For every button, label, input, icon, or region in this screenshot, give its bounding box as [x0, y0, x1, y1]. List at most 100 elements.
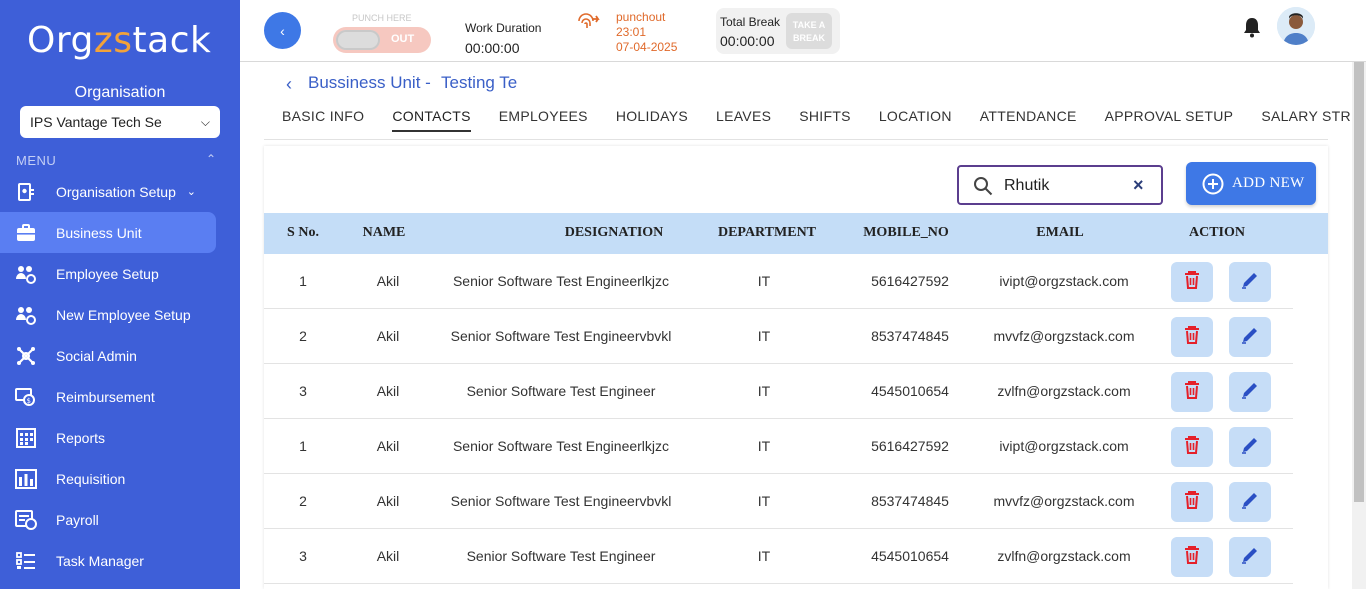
cell-mobile: 4545010654 [871, 548, 949, 564]
sidebar-item-organisation-setup[interactable]: Organisation Setup ⌄ [0, 171, 216, 212]
column-header-action: ACTION [1188, 225, 1246, 240]
column-header-sno: S No. [287, 225, 319, 240]
cell-designation: Senior Software Test Engineerlkjzc [452, 273, 670, 289]
pencil-icon [1240, 490, 1260, 515]
briefcase-icon [15, 222, 37, 244]
table-row: 1 Akil Senior Software Test Engineerlkjzc I… [264, 254, 1293, 309]
break-panel: Total Break 00:00:00 TAKE A BREAK [716, 8, 840, 54]
app-logo[interactable]: Orgzstack [27, 20, 211, 61]
punch-toggle[interactable]: OUT [333, 27, 431, 53]
edit-button[interactable] [1229, 427, 1271, 467]
close-icon[interactable]: × [1133, 175, 1144, 196]
tab-contacts[interactable]: CONTACTS [392, 108, 471, 132]
work-duration-label: Work Duration [465, 21, 542, 35]
take-break-button[interactable]: TAKE A BREAK [786, 13, 832, 49]
edit-button[interactable] [1229, 317, 1271, 357]
chevron-up-icon[interactable]: ⌃ [206, 152, 216, 166]
sidebar-item-reports[interactable]: Reports [0, 417, 216, 458]
delete-button[interactable] [1171, 372, 1213, 412]
sidebar-item-label: Reports [56, 429, 106, 446]
cell-name: Akil [376, 328, 400, 344]
trash-icon [1184, 545, 1200, 570]
punchout-date: 07-04-2025 [616, 40, 678, 54]
tab-salary-structure[interactable]: SALARY STRUCTUR [1261, 108, 1366, 132]
tab-bar: BASIC INFO CONTACTS EMPLOYEES HOLIDAYS L… [282, 108, 1366, 132]
cell-sno: 1 [299, 438, 307, 454]
sidebar-item-label: Business Unit [56, 224, 142, 241]
delete-button[interactable] [1171, 537, 1213, 577]
cell-sno: 3 [299, 548, 307, 564]
sidebar-item-requisition[interactable]: Requisition [0, 458, 216, 499]
cell-email: zvlfn@orgzstack.com [997, 548, 1131, 564]
org-setup-icon [15, 181, 37, 203]
sidebar-item-label: Payroll [56, 511, 99, 528]
tab-leaves[interactable]: LEAVES [716, 108, 771, 132]
delete-button[interactable] [1171, 427, 1213, 467]
take-break-line1: TAKE A [792, 20, 826, 30]
pencil-icon [1240, 380, 1260, 405]
tab-holidays[interactable]: HOLIDAYS [616, 108, 688, 132]
sidebar-item-label: Social Admin [56, 347, 137, 364]
total-break-value: 00:00:00 [720, 33, 775, 49]
tab-approval-setup[interactable]: APPROVAL SETUP [1105, 108, 1234, 132]
scrollbar-thumb[interactable] [1354, 62, 1364, 502]
edit-button[interactable] [1229, 372, 1271, 412]
tab-location[interactable]: LOCATION [879, 108, 952, 132]
cell-sno: 3 [299, 383, 307, 399]
reports-icon [15, 427, 37, 449]
cell-sno: 2 [299, 328, 307, 344]
page-scrollbar[interactable] [1352, 62, 1366, 589]
search-field[interactable]: × [957, 165, 1163, 205]
cell-designation: Senior Software Test Engineer [466, 383, 656, 399]
cell-name: Akil [376, 383, 400, 399]
employee-setup-icon [15, 263, 37, 285]
table-row: 1 Akil Senior Software Test Engineerlkjzc I… [264, 419, 1293, 474]
requisition-icon [15, 468, 37, 490]
edit-button[interactable] [1229, 262, 1271, 302]
delete-button[interactable] [1171, 262, 1213, 302]
cell-designation: Senior Software Test Engineervbvkl [450, 493, 672, 509]
breadcrumb-current: Testing Te [441, 73, 518, 92]
tabs-divider [264, 139, 1328, 140]
delete-button[interactable] [1171, 482, 1213, 522]
trash-icon [1184, 270, 1200, 295]
sidebar-item-task-manager[interactable]: Task Manager [0, 540, 216, 581]
trash-icon [1184, 380, 1200, 405]
total-break-label: Total Break [720, 15, 781, 29]
sidebar-item-payroll[interactable]: Payroll [0, 499, 216, 540]
sidebar-item-label: Organisation Setup [56, 183, 176, 200]
tab-basic-info[interactable]: BASIC INFO [282, 108, 364, 132]
tab-employees[interactable]: EMPLOYEES [499, 108, 588, 132]
punch-toggle-knob [336, 30, 380, 50]
svg-text:$: $ [27, 397, 31, 405]
trash-icon [1184, 435, 1200, 460]
sidebar-item-business-unit[interactable]: Business Unit [0, 212, 216, 253]
cell-email: ivipt@orgzstack.com [999, 273, 1129, 289]
organisation-select[interactable]: IPS Vantage Tech Se ⌵ [20, 106, 220, 138]
add-new-button[interactable]: ADD NEW [1186, 162, 1316, 205]
sidebar-toggle-button[interactable]: ‹ [264, 12, 301, 49]
sidebar-item-employee-setup[interactable]: Employee Setup [0, 253, 216, 294]
sidebar-item-reimbursement[interactable]: $ Reimbursement [0, 376, 216, 417]
edit-button[interactable] [1229, 537, 1271, 577]
sidebar-item-label: Employee Setup [56, 265, 159, 282]
search-input[interactable] [1004, 177, 1114, 195]
cell-name: Akil [376, 493, 400, 509]
tab-attendance[interactable]: ATTENDANCE [980, 108, 1077, 132]
top-bar: ‹ PUNCH HERE OUT Work Duration 00:00:00 … [240, 0, 1366, 62]
delete-button[interactable] [1171, 317, 1213, 357]
trash-icon [1184, 325, 1200, 350]
cell-department: IT [757, 493, 771, 509]
sidebar-item-social-admin[interactable]: Social Admin [0, 335, 216, 376]
edit-button[interactable] [1229, 482, 1271, 522]
avatar[interactable] [1277, 7, 1315, 45]
table-header: S No. NAME DESIGNATION DEPARTMENT MOBILE… [264, 213, 1328, 254]
breadcrumb-back-icon[interactable]: ‹ [286, 74, 292, 95]
cell-department: IT [757, 273, 771, 289]
cell-designation: Senior Software Test Engineer [466, 548, 656, 564]
breadcrumb-business-unit[interactable]: Bussiness Unit - [308, 73, 431, 93]
bell-icon[interactable] [1242, 16, 1262, 38]
sidebar-item-new-employee-setup[interactable]: New Employee Setup [0, 294, 216, 335]
tab-shifts[interactable]: SHIFTS [799, 108, 851, 132]
punchout-info: punchout 23:01 07-04-2025 [616, 10, 677, 55]
